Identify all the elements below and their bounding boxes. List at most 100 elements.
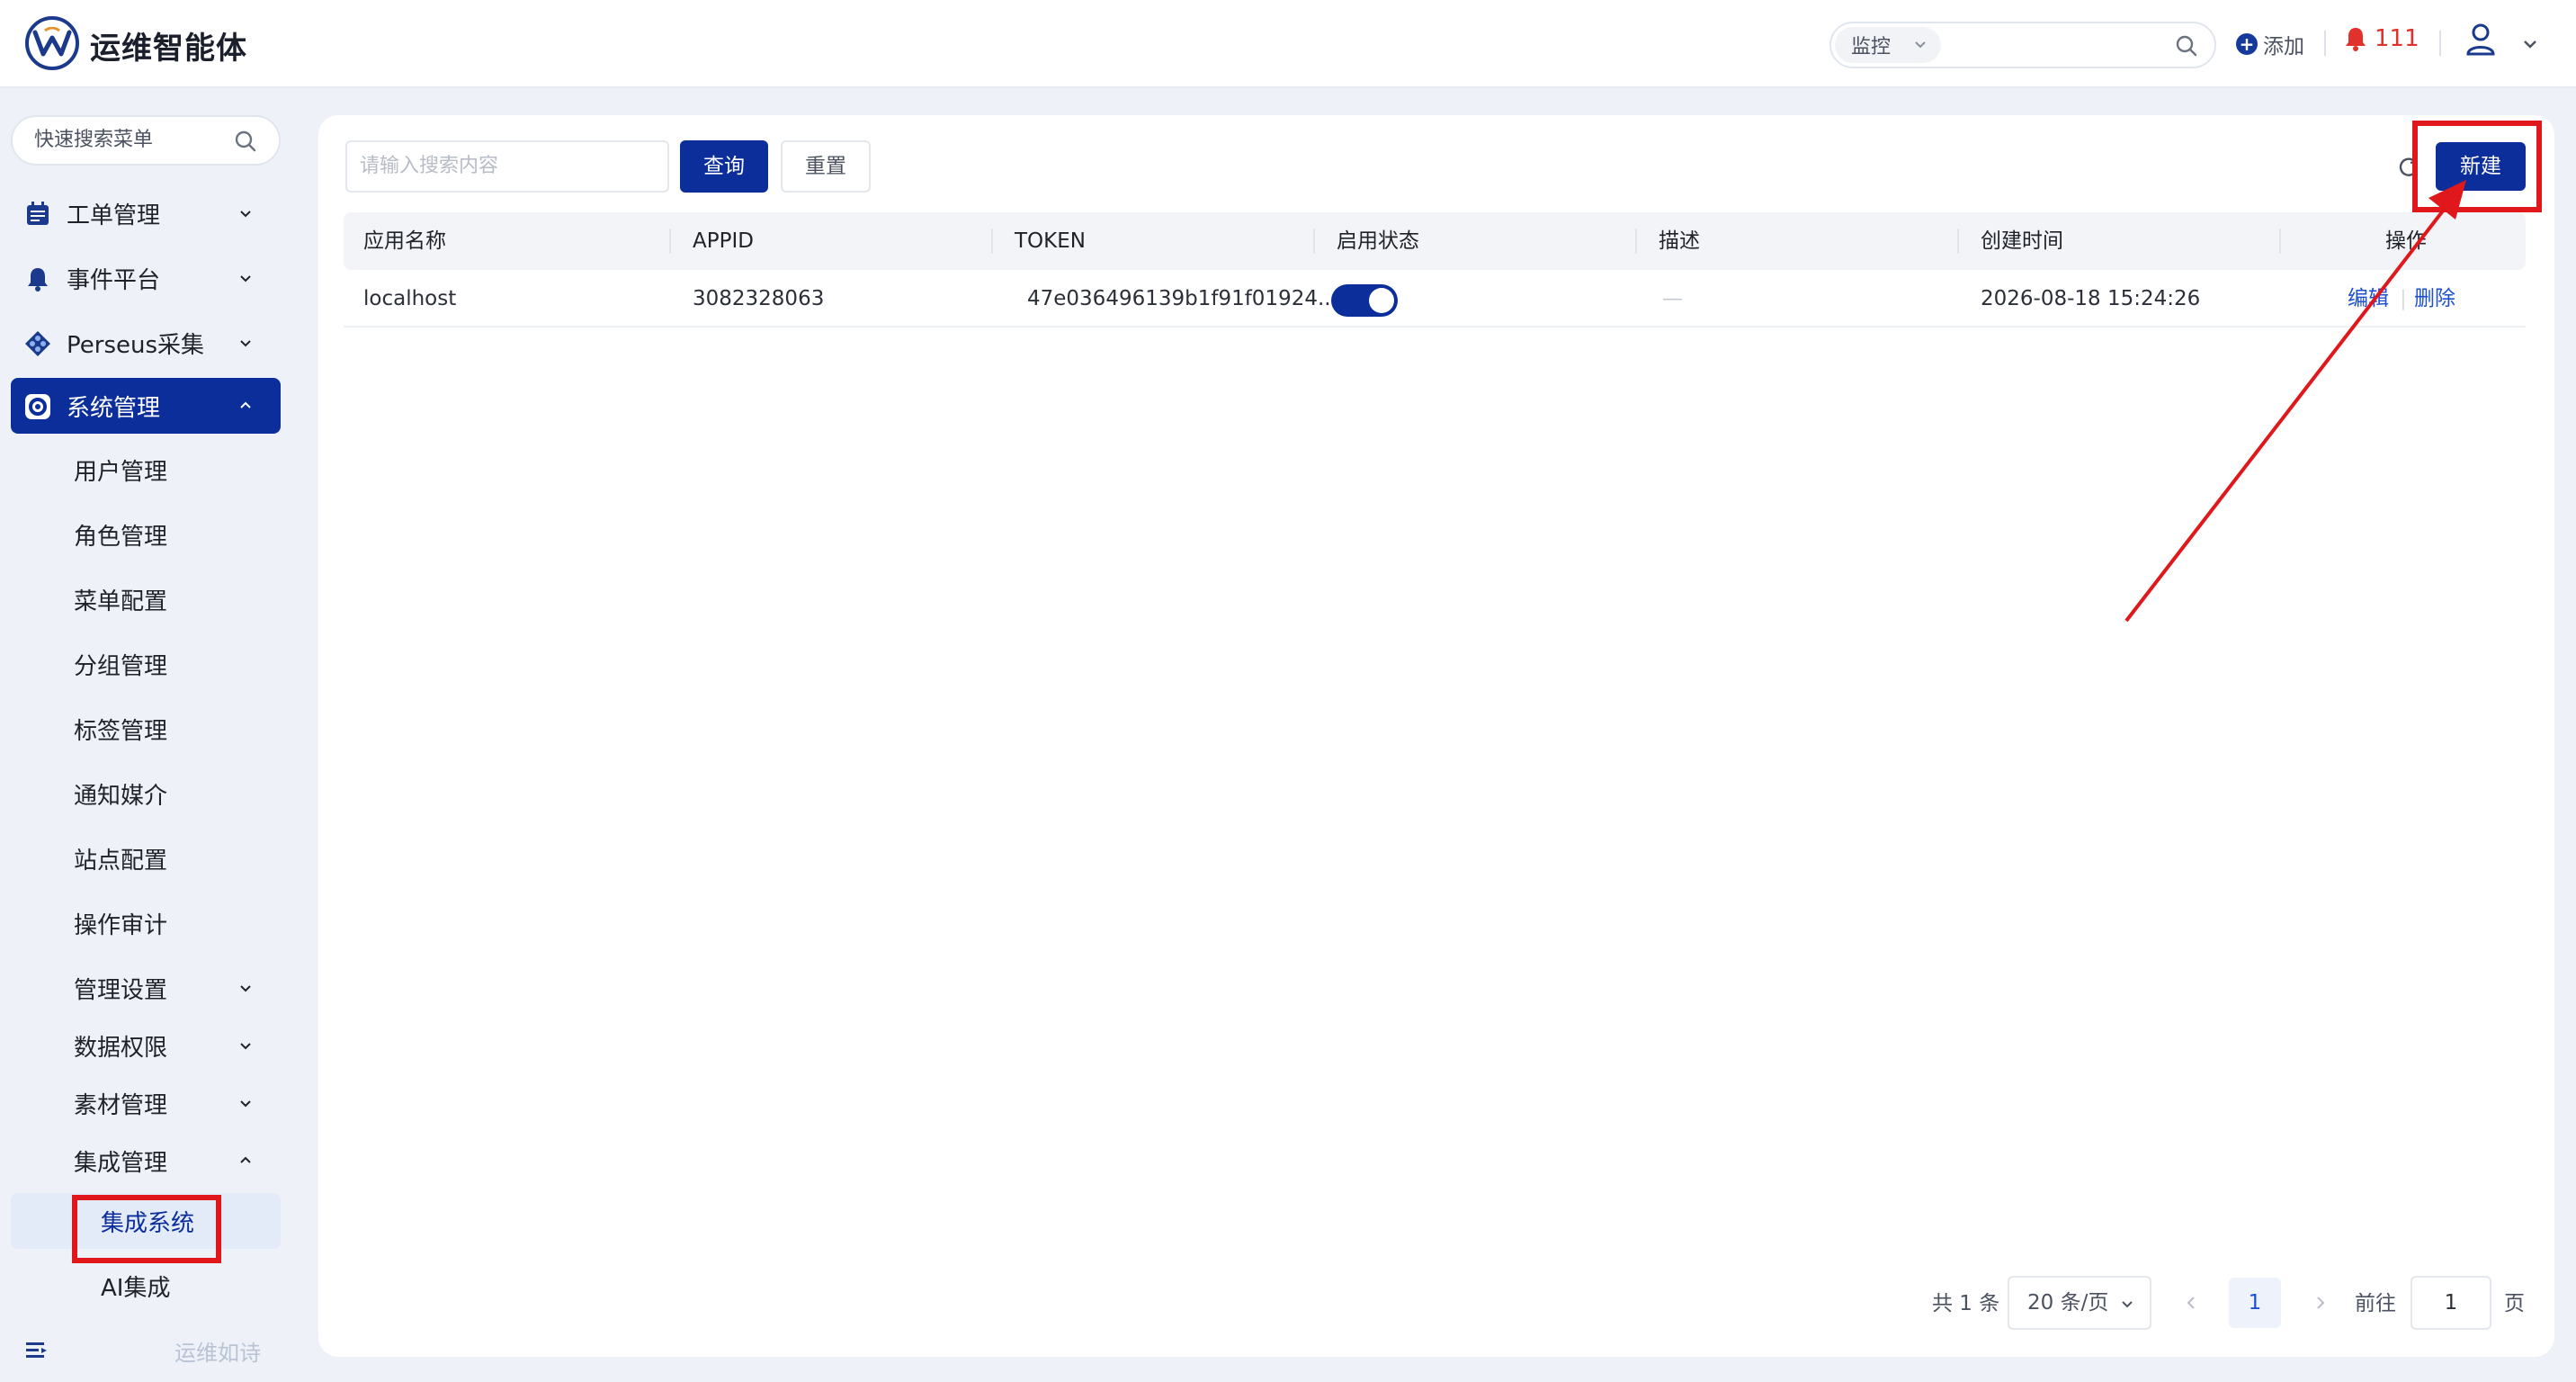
bell-icon [2346, 28, 2366, 51]
column-header: 操作 [2385, 229, 2427, 253]
notification-count: 111 [2375, 25, 2419, 52]
submenu-operation-audit[interactable]: 操作审计 [11, 896, 281, 950]
search-icon [235, 130, 256, 152]
submenu-integration-management[interactable]: 集成管理 [11, 1134, 281, 1188]
chevron-left-icon[interactable] [2182, 1294, 2200, 1312]
column-divider [2279, 229, 2281, 254]
chevron-up-icon [240, 1156, 251, 1163]
submenu-menu-config[interactable]: 菜单配置 [11, 572, 281, 626]
enable-toggle[interactable] [1331, 284, 1398, 317]
menu-perseus[interactable]: Perseus采集 [11, 315, 281, 371]
menu-search-input[interactable]: 快速搜索菜单 [11, 115, 281, 166]
chevron-down-icon [240, 275, 251, 283]
top-header: 运维智能体 监控 + 添加 111 [0, 0, 2576, 88]
submenu-ai-integration[interactable]: AI集成 [11, 1258, 281, 1314]
submenu-label: 站点配置 [74, 847, 168, 875]
submenu-label: 管理设置 [74, 976, 168, 1004]
menu-label: 工单管理 [67, 202, 161, 229]
submenu-admin-settings[interactable]: 管理设置 [11, 961, 281, 1015]
goto-page-input[interactable]: 1 [2411, 1276, 2491, 1330]
page-unit-label: 页 [2504, 1292, 2525, 1315]
search-scope-select[interactable]: 监控 [1835, 27, 1941, 63]
submenu-label: 素材管理 [74, 1091, 168, 1119]
page-size-value: 20 条/页 [2027, 1291, 2109, 1315]
submenu-data-permission[interactable]: 数据权限 [11, 1019, 281, 1072]
column-header: 描述 [1659, 229, 1700, 253]
pagination-total: 共 1 条 [1932, 1292, 2000, 1315]
content-search-placeholder: 请输入搜索内容 [360, 155, 499, 177]
submenu-tag-management[interactable]: 标签管理 [11, 702, 281, 756]
chevron-down-icon[interactable] [2520, 34, 2540, 54]
toggle-knob [1369, 288, 1394, 313]
menu-event-platform[interactable]: 事件平台 [11, 250, 281, 306]
column-header: 启用状态 [1337, 229, 1419, 253]
gear-icon [25, 394, 50, 419]
submenu-label: AI集成 [101, 1274, 171, 1302]
menu-system-management[interactable]: 系统管理 [11, 378, 281, 434]
goto-label: 前往 [2355, 1292, 2396, 1315]
annotation-box-new-button [2412, 121, 2542, 212]
submenu-label: 操作审计 [74, 911, 168, 939]
menu-ticket-management[interactable]: 工单管理 [11, 185, 281, 241]
footer-slogan: 运维如诗 [174, 1341, 261, 1366]
chevron-down-icon [240, 985, 251, 992]
calendar-icon [27, 202, 49, 225]
submenu-label: 集成管理 [74, 1149, 168, 1177]
search-scope-value: 监控 [1851, 36, 1892, 58]
submenu-role-management[interactable]: 角色管理 [11, 507, 281, 561]
bell-icon [28, 268, 48, 292]
annotation-box-integration-system [72, 1195, 221, 1263]
chevron-down-icon [1915, 41, 1926, 49]
column-header: 应用名称 [363, 229, 446, 253]
query-button[interactable]: 查询 [680, 140, 768, 193]
chevron-down-icon [240, 211, 251, 218]
chevron-down-icon [240, 1043, 251, 1050]
chevron-down-icon [2122, 1301, 2133, 1308]
reset-button[interactable]: 重置 [781, 140, 871, 193]
header-divider [2324, 31, 2326, 56]
notification-button[interactable]: 111 [2342, 25, 2419, 52]
cell-app-name: localhost [363, 287, 457, 310]
submenu-group-management[interactable]: 分组管理 [11, 637, 281, 691]
delete-link[interactable]: 删除 [2414, 270, 2455, 328]
page-number-current[interactable]: 1 [2229, 1278, 2281, 1328]
submenu-material-management[interactable]: 素材管理 [11, 1076, 281, 1130]
chevron-up-icon [240, 401, 251, 408]
menu-search-placeholder: 快速搜索菜单 [34, 129, 154, 151]
user-avatar-icon[interactable] [2464, 22, 2497, 58]
edit-link[interactable]: 编辑 [2348, 270, 2389, 328]
cell-appid: 3082328063 [693, 287, 825, 310]
global-search[interactable]: 监控 [1829, 22, 2216, 68]
add-label: 添加 [2263, 35, 2304, 58]
submenu-label: 通知媒介 [74, 782, 168, 810]
menu-label: Perseus采集 [67, 331, 205, 359]
column-divider [1957, 229, 1959, 254]
cell-description: — [1662, 287, 1683, 310]
submenu-label: 角色管理 [74, 523, 168, 551]
submenu-label: 分组管理 [74, 652, 168, 680]
diamond-icon [25, 331, 50, 356]
main-panel: 请输入搜索内容 查询 重置 新建 应用名称 APPID TOKEN 启用状态 描… [318, 115, 2554, 1357]
submenu-user-management[interactable]: 用户管理 [11, 443, 281, 497]
submenu-label: 数据权限 [74, 1034, 168, 1062]
sidebar: 快速搜索菜单 工单管理 事件平台 Perseus采集 系统管理 用户管理 角色管… [0, 90, 297, 1382]
content-search-input[interactable]: 请输入搜索内容 [345, 140, 669, 193]
page-size-select[interactable]: 20 条/页 [2008, 1276, 2151, 1330]
column-divider [1313, 229, 1315, 254]
submenu-label: 标签管理 [74, 717, 168, 745]
action-divider: | [2400, 287, 2407, 310]
collapse-menu-icon[interactable] [23, 1337, 50, 1364]
column-header: 创建时间 [1981, 229, 2063, 253]
add-button[interactable]: + 添加 [2236, 27, 2304, 61]
chevron-right-icon[interactable] [2312, 1294, 2330, 1312]
menu-label: 系统管理 [67, 394, 161, 422]
column-header: TOKEN [1015, 229, 1086, 253]
table-row: localhost 3082328063 47e036496139b1f91f0… [344, 270, 2526, 328]
chevron-down-icon [240, 340, 251, 347]
submenu-site-config[interactable]: 站点配置 [11, 831, 281, 885]
table-header: 应用名称 APPID TOKEN 启用状态 描述 创建时间 操作 [344, 212, 2526, 270]
submenu-notify-media[interactable]: 通知媒介 [11, 767, 281, 821]
search-icon[interactable] [2175, 34, 2198, 58]
column-divider [669, 229, 671, 254]
logo-icon [25, 16, 79, 70]
